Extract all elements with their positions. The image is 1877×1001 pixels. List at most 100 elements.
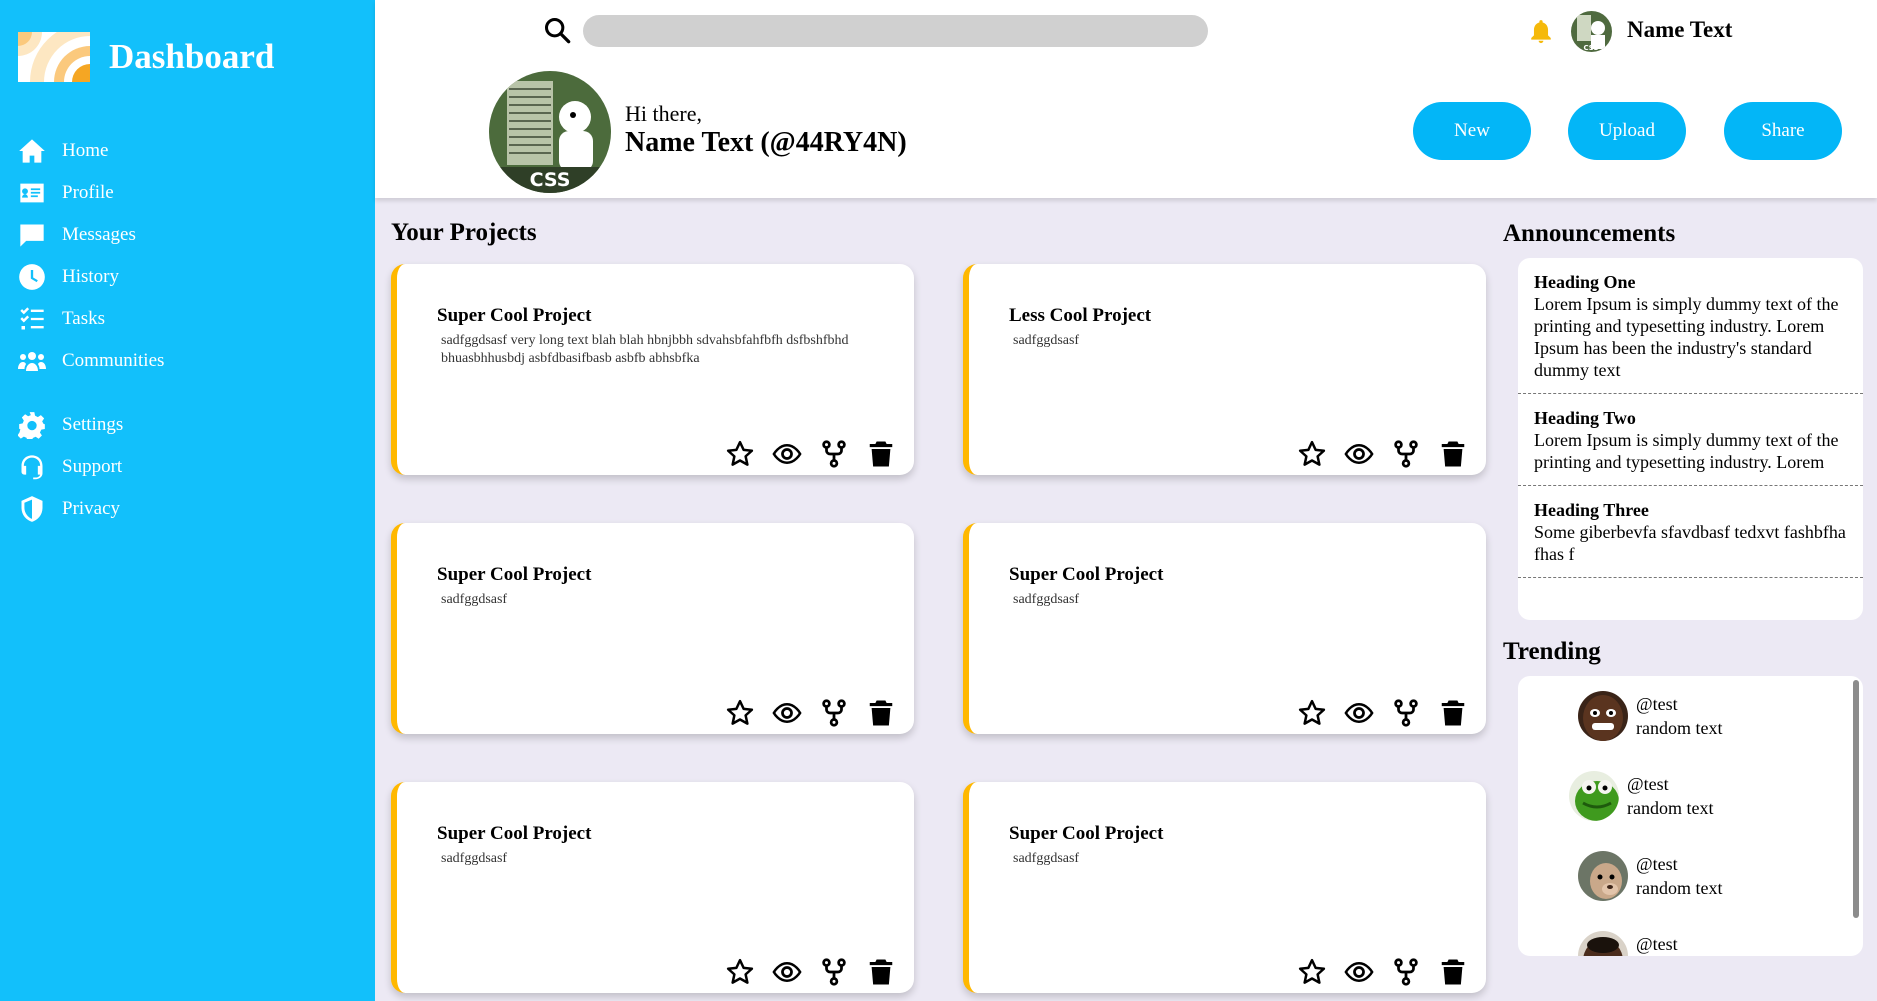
trending-title: Trending xyxy=(1503,638,1601,665)
home-icon xyxy=(18,136,58,166)
trending-avatar xyxy=(1578,851,1628,901)
sidebar-item-profile[interactable]: Profile xyxy=(18,172,358,214)
trash-icon[interactable] xyxy=(866,957,896,987)
project-description: sadfggdsasf very long text blah blah hbn… xyxy=(441,333,849,366)
sidebar-item-label: Settings xyxy=(62,414,124,435)
project-title: Super Cool Project xyxy=(437,305,592,326)
search-icon[interactable] xyxy=(543,16,571,44)
star-icon[interactable] xyxy=(1297,698,1327,728)
profile-avatar: CSS xyxy=(489,71,611,193)
sidebar-item-label: Privacy xyxy=(62,498,121,519)
bell-icon[interactable] xyxy=(1528,18,1554,44)
people-icon xyxy=(18,346,58,376)
star-icon[interactable] xyxy=(1297,439,1327,469)
user-avatar[interactable]: CSS xyxy=(1571,11,1612,52)
search-input[interactable] xyxy=(583,15,1208,47)
trash-icon[interactable] xyxy=(866,698,896,728)
clock-icon xyxy=(18,262,58,292)
fork-icon[interactable] xyxy=(1391,957,1421,987)
trending-avatar xyxy=(1578,931,1628,956)
announcement-item[interactable]: Heading One Lorem Ipsum is simply dummy … xyxy=(1518,258,1863,394)
trending-handle: @test xyxy=(1627,774,1669,794)
sidebar: Dashboard Home Profile Messages History … xyxy=(0,0,375,1001)
new-button[interactable]: New xyxy=(1413,102,1531,160)
trending-handle: @test xyxy=(1636,694,1678,714)
brand-title: Dashboard xyxy=(109,37,275,76)
announcement-item[interactable]: Heading Two Lorem Ipsum is simply dummy … xyxy=(1518,394,1863,486)
sidebar-item-label: Home xyxy=(62,140,109,161)
project-actions xyxy=(1280,439,1468,469)
eye-icon[interactable] xyxy=(772,439,802,469)
id-card-icon xyxy=(18,178,58,208)
sidebar-item-privacy[interactable]: Privacy xyxy=(18,488,358,530)
eye-icon[interactable] xyxy=(1344,439,1374,469)
announcement-body: Lorem Ipsum is simply dummy text of the … xyxy=(1534,430,1839,472)
sidebar-item-home[interactable]: Home xyxy=(18,130,358,172)
star-icon[interactable] xyxy=(725,439,755,469)
star-icon[interactable] xyxy=(1297,957,1327,987)
fork-icon[interactable] xyxy=(819,439,849,469)
eye-icon[interactable] xyxy=(772,957,802,987)
chat-icon xyxy=(18,220,58,250)
brand: Dashboard xyxy=(18,32,274,82)
trending-handle: @test xyxy=(1636,934,1678,954)
sidebar-item-label: Profile xyxy=(62,182,114,203)
svg-text:CSS: CSS xyxy=(530,169,571,191)
fork-icon[interactable] xyxy=(819,957,849,987)
header: CSS Name Text CSS Hi there, Name Text (@… xyxy=(375,0,1877,198)
sidebar-item-history[interactable]: History xyxy=(18,256,358,298)
eye-icon[interactable] xyxy=(1344,698,1374,728)
project-description: sadfggdsasf xyxy=(1013,592,1080,607)
sidebar-item-label: Support xyxy=(62,456,123,477)
project-description: sadfggdsasf xyxy=(441,592,508,607)
announcements-panel: Heading One Lorem Ipsum is simply dummy … xyxy=(1518,258,1863,620)
project-card[interactable]: Super Cool Project sadfggdsasf xyxy=(391,523,914,734)
project-description: sadfggdsasf xyxy=(1013,333,1080,348)
announcement-item[interactable]: Heading Three Some giberbevfa sfavdbasf … xyxy=(1518,486,1863,578)
sidebar-item-label: History xyxy=(62,266,119,287)
star-icon[interactable] xyxy=(725,698,755,728)
share-button[interactable]: Share xyxy=(1724,102,1842,160)
project-card[interactable]: Super Cool Project sadfggdsasf xyxy=(963,523,1486,734)
sidebar-item-messages[interactable]: Messages xyxy=(18,214,358,256)
sidebar-item-support[interactable]: Support xyxy=(18,446,358,488)
project-actions xyxy=(708,957,896,987)
trash-icon[interactable] xyxy=(1438,439,1468,469)
user-name[interactable]: Name Text xyxy=(1627,17,1732,43)
shield-icon xyxy=(18,494,58,524)
star-icon[interactable] xyxy=(725,957,755,987)
logo-icon xyxy=(18,32,90,82)
project-actions xyxy=(708,698,896,728)
greeting-text: Hi there, xyxy=(625,101,702,126)
sidebar-item-communities[interactable]: Communities xyxy=(18,340,358,382)
trash-icon[interactable] xyxy=(1438,698,1468,728)
project-title: Super Cool Project xyxy=(1009,564,1164,585)
project-actions xyxy=(708,439,896,469)
announcement-heading: Heading Two xyxy=(1534,408,1636,428)
trash-icon[interactable] xyxy=(1438,957,1468,987)
trending-item[interactable]: @test random text xyxy=(1569,771,1713,821)
trending-handle: @test xyxy=(1636,854,1678,874)
trending-item[interactable]: @test random text xyxy=(1578,691,1722,741)
announcement-body: Lorem Ipsum is simply dummy text of the … xyxy=(1534,294,1839,380)
project-card[interactable]: Super Cool Project sadfggdsasf xyxy=(963,782,1486,993)
trending-panel: @test random text @test random text @tes… xyxy=(1518,676,1863,956)
upload-button[interactable]: Upload xyxy=(1568,102,1686,160)
eye-icon[interactable] xyxy=(772,698,802,728)
project-actions xyxy=(1280,957,1468,987)
fork-icon[interactable] xyxy=(819,698,849,728)
project-card[interactable]: Super Cool Project sadfggdsasf xyxy=(391,782,914,993)
trending-scrollbar[interactable] xyxy=(1853,680,1859,918)
eye-icon[interactable] xyxy=(1344,957,1374,987)
project-title: Less Cool Project xyxy=(1009,305,1152,326)
trash-icon[interactable] xyxy=(866,439,896,469)
sidebar-item-tasks[interactable]: Tasks xyxy=(18,298,358,340)
fork-icon[interactable] xyxy=(1391,698,1421,728)
trending-item[interactable]: @test xyxy=(1578,931,1678,956)
project-card[interactable]: Less Cool Project sadfggdsasf xyxy=(963,264,1486,475)
project-card[interactable]: Super Cool Project sadfggdsasf very long … xyxy=(391,264,914,475)
trending-item[interactable]: @test random text xyxy=(1578,851,1722,901)
sidebar-item-settings[interactable]: Settings xyxy=(18,404,358,446)
fork-icon[interactable] xyxy=(1391,439,1421,469)
gear-icon xyxy=(18,410,58,440)
